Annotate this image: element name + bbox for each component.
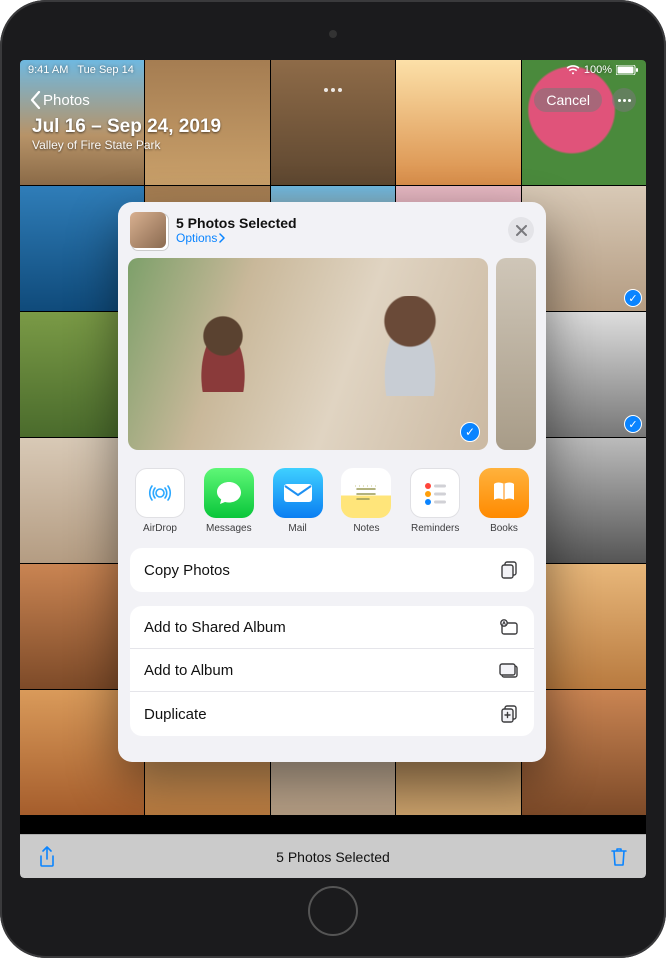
share-sheet: 5 Photos Selected Options ✓ [118,202,546,762]
share-preview-row[interactable]: ✓ [118,258,546,458]
back-label: Photos [43,92,90,109]
share-app-label: Notes [353,523,379,534]
selection-check-icon: ✓ [460,422,480,442]
cancel-button[interactable]: Cancel [534,88,602,112]
action-add-shared-album[interactable]: Add to Shared Album [130,606,534,649]
share-app-label: AirDrop [143,523,177,534]
share-app-messages[interactable]: Messages [201,468,257,534]
reminders-icon [410,468,460,518]
shared-album-icon [498,618,520,636]
options-button[interactable]: Options [176,231,498,245]
date-range-title: Jul 16 – Sep 24, 2019 [32,116,221,138]
share-sheet-title: 5 Photos Selected [176,215,498,231]
share-app-label: Mail [288,523,306,534]
battery-icon [616,65,638,75]
books-icon [479,468,529,518]
wifi-icon [566,65,580,75]
share-app-label: Books [490,523,518,534]
selection-thumbnail [130,212,166,248]
action-add-album[interactable]: Add to Album [130,649,534,692]
share-action-list: Add to Shared Album Add to Album Duplica… [130,606,534,736]
share-app-mail[interactable]: Mail [270,468,326,534]
share-app-label: Reminders [411,523,459,534]
front-camera [329,30,337,38]
airdrop-icon [135,468,185,518]
location-subtitle: Valley of Fire State Park [32,138,221,152]
selection-check-icon: ✓ [624,415,642,433]
share-app-row[interactable]: AirDrop Messages Mail [118,458,546,548]
album-icon [498,661,520,679]
back-button[interactable]: Photos [30,91,90,109]
share-action-list: Copy Photos [130,548,534,592]
more-button[interactable] [612,88,636,112]
messages-icon [204,468,254,518]
action-label: Copy Photos [144,562,230,579]
status-right: 100% [566,64,638,76]
action-duplicate[interactable]: Duplicate [130,692,534,736]
close-button[interactable] [508,217,534,243]
chevron-left-icon [30,91,41,109]
action-copy-photos[interactable]: Copy Photos [130,548,534,592]
status-time: 9:41 AM [28,64,68,76]
status-left: 9:41 AM Tue Sep 14 [28,64,134,76]
share-preview-main[interactable]: ✓ [128,258,488,450]
battery-percent: 100% [584,64,612,76]
share-app-books[interactable]: Books [476,468,532,534]
grabber-icon [324,88,342,92]
home-button[interactable] [308,886,358,936]
share-preview-next[interactable] [496,258,536,450]
header-block: Jul 16 – Sep 24, 2019 Valley of Fire Sta… [32,116,221,152]
nav-bar: Photos Cancel [20,80,646,120]
share-app-notes[interactable]: Notes [338,468,394,534]
ipad-device-frame: ✓ ✓ ✓ [0,0,666,958]
selection-status: 5 Photos Selected [20,849,646,865]
toolbar: 5 Photos Selected [20,834,646,878]
close-icon [516,225,527,236]
screen: ✓ ✓ ✓ [20,60,646,878]
notes-icon [341,468,391,518]
status-date: Tue Sep 14 [77,64,133,76]
selection-check-icon: ✓ [624,289,642,307]
share-app-airdrop[interactable]: AirDrop [132,468,188,534]
status-bar: 9:41 AM Tue Sep 14 100% [20,60,646,80]
action-label: Duplicate [144,706,207,723]
share-app-label: Messages [206,523,252,534]
share-app-reminders[interactable]: Reminders [407,468,463,534]
share-sheet-header: 5 Photos Selected Options [118,202,546,258]
options-label: Options [176,231,217,245]
duplicate-icon [500,704,520,724]
copy-icon [500,560,520,580]
mail-icon [273,468,323,518]
chevron-right-icon [219,233,225,243]
action-label: Add to Shared Album [144,619,286,636]
action-label: Add to Album [144,662,233,679]
